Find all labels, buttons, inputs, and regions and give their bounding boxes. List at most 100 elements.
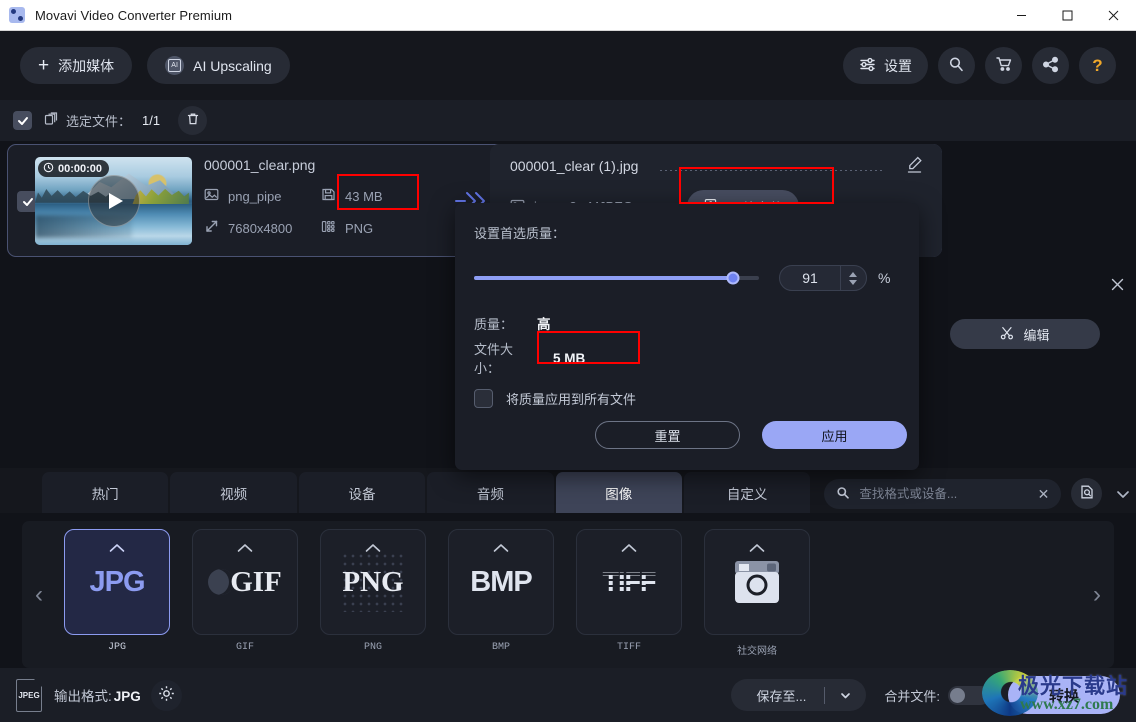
apply-to-all-row[interactable]: 将质量应用到所有文件: [474, 389, 636, 408]
add-media-button[interactable]: + 添加媒体: [20, 47, 133, 84]
format-item: PNG: [321, 219, 373, 237]
app-window: Movavi Video Converter Premium + 添加媒体 AI…: [0, 0, 1136, 722]
app-logo-icon: [9, 7, 25, 23]
output-format-group: 输出格式: JPG: [54, 685, 141, 705]
quality-input[interactable]: [780, 270, 840, 286]
source-label-item: png_pipe: [204, 187, 321, 205]
search-input[interactable]: [859, 487, 1029, 501]
video-thumbnail[interactable]: 00:00:00: [35, 157, 192, 245]
file-name: 000001_clear.png: [204, 157, 316, 173]
format-search-box[interactable]: ✕: [824, 479, 1062, 509]
selected-files-label: 选定文件： 1/1: [44, 111, 160, 130]
window-controls: [998, 0, 1136, 31]
save-to-button[interactable]: 保存至...: [730, 679, 867, 711]
preview-formats-button[interactable]: [1071, 478, 1103, 509]
gif-logo-group: GIF: [208, 566, 282, 599]
file-meta-row-1: png_pipe 43 MB: [204, 187, 383, 205]
tab-video[interactable]: 视频: [170, 472, 297, 513]
share-icon: [1042, 56, 1059, 76]
edit-button[interactable]: 编辑: [950, 319, 1100, 349]
quality-key: 质量：: [474, 316, 514, 332]
quality-spinner[interactable]: [779, 265, 867, 291]
bottom-bar: JPEG 输出格式: JPG 保存至... 合并文件: 转换: [0, 668, 1136, 722]
ai-upscaling-button[interactable]: AI AI Upscaling: [147, 47, 290, 84]
remove-file-button[interactable]: [1108, 275, 1126, 293]
spinner-down-icon[interactable]: [848, 279, 857, 285]
format-caption: 社交网络: [737, 647, 777, 658]
file-search-icon: [1079, 484, 1095, 503]
tab-images[interactable]: 图像: [555, 472, 682, 513]
reset-button[interactable]: 重置: [595, 421, 740, 449]
chevron-up-icon: [493, 542, 510, 556]
minimize-button[interactable]: [998, 0, 1044, 31]
ai-chip-icon: AI: [165, 56, 185, 75]
search-icon: [836, 486, 850, 503]
search-button[interactable]: [938, 47, 975, 84]
duration-text: 00:00:00: [58, 162, 103, 175]
maximize-button[interactable]: [1044, 0, 1090, 31]
toggle-knob: [950, 687, 965, 703]
spinner-arrows[interactable]: [840, 266, 864, 290]
tab-devices[interactable]: 设备: [298, 472, 426, 513]
format-card-social[interactable]: 社交网络: [704, 529, 810, 658]
format-card-bmp[interactable]: BMP BMP: [448, 529, 554, 658]
share-button[interactable]: [1032, 47, 1069, 84]
apply-button[interactable]: 应用: [762, 421, 907, 449]
format-caption: JPG: [107, 642, 126, 653]
popup-buttons: 重置 应用: [595, 421, 907, 449]
popup-title: 设置首选质量：: [474, 226, 566, 241]
output-file-name: 000001_clear (1).jpg: [510, 158, 639, 174]
format-tile: [704, 529, 810, 635]
settings-button[interactable]: 设置: [843, 47, 928, 84]
format-logo: JPG: [89, 565, 145, 598]
format-card-tiff[interactable]: TIFF TIFF: [576, 529, 682, 658]
title-bar: Movavi Video Converter Premium: [0, 0, 1136, 31]
plus-icon: +: [38, 55, 50, 76]
output-format-label: 输出格式:: [54, 689, 112, 704]
resize-icon: [204, 219, 219, 237]
clear-search-icon[interactable]: ✕: [1038, 486, 1050, 503]
format-card-gif[interactable]: GIF GIF: [192, 529, 298, 658]
format-card-png[interactable]: PNG PNG: [320, 529, 426, 658]
quality-slider-knob[interactable]: [726, 271, 740, 285]
chevron-down-icon[interactable]: [825, 689, 866, 702]
spinner-up-icon[interactable]: [848, 271, 857, 277]
compression-settings-popup: 设置首选质量： % 质量： 高 文件大小： 5 MB: [455, 203, 919, 470]
convert-button[interactable]: 转换: [1008, 676, 1120, 714]
format-tile: PNG: [320, 529, 426, 635]
tab-popular[interactable]: 热门: [42, 472, 169, 513]
carousel-next-button[interactable]: ›: [1086, 581, 1108, 609]
carousel-prev-button[interactable]: ‹: [28, 581, 50, 609]
delete-selected-button[interactable]: [178, 106, 208, 135]
format-caption: GIF: [235, 642, 254, 653]
output-settings-button[interactable]: [150, 679, 182, 711]
tab-audio[interactable]: 音频: [427, 472, 554, 513]
help-button[interactable]: ?: [1079, 47, 1116, 84]
format-list: JPG JPG GIF GIF PNG PNG BMP BMP TIFF TIF…: [64, 529, 810, 658]
close-button[interactable]: [1090, 0, 1136, 31]
cart-button[interactable]: [985, 47, 1022, 84]
ai-upscaling-label: AI Upscaling: [193, 57, 272, 74]
selected-files-count: 1/1: [142, 113, 161, 128]
main-toolbar: + 添加媒体 AI AI Upscaling 设置 ?: [0, 31, 1136, 100]
source-label-text: png_pipe: [228, 188, 282, 204]
merge-files-toggle[interactable]: [948, 685, 990, 705]
play-button[interactable]: [87, 175, 140, 227]
quality-slider[interactable]: [474, 271, 759, 285]
format-logo: GIF: [230, 565, 282, 598]
collapse-panel-button[interactable]: [1110, 481, 1136, 507]
apply-to-all-label: 将质量应用到所有文件: [506, 392, 637, 407]
tab-custom[interactable]: 自定义: [683, 472, 811, 513]
chevron-up-icon: [109, 542, 126, 556]
format-carousel: ‹ › JPG JPG GIF GIF PNG PNG BMP BMP TIFF…: [22, 521, 1114, 668]
apply-to-all-checkbox[interactable]: [474, 389, 493, 408]
select-all-checkbox[interactable]: [13, 111, 32, 130]
gear-icon: [158, 685, 175, 705]
format-logo: BMP: [470, 565, 532, 598]
resolution-item: 7680x4800: [204, 219, 321, 237]
format-card-jpg[interactable]: JPG JPG: [64, 529, 170, 658]
clock-icon: [43, 162, 54, 176]
cart-icon: [995, 55, 1013, 76]
format-logo: TIFF: [600, 566, 658, 598]
pencil-icon[interactable]: [905, 155, 924, 174]
